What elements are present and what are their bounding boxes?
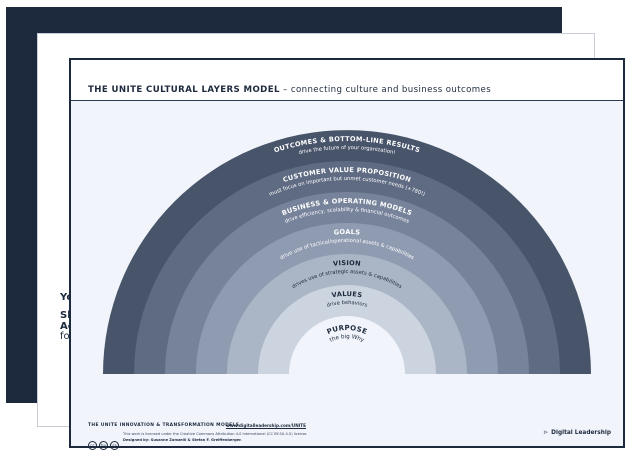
brand-logo: ⊳ Digital Leadership	[543, 430, 611, 436]
front-slide: THE UNITE CULTURAL LAYERS MODEL – connec…	[69, 58, 625, 451]
brand-arrow-icon: ⊳	[543, 430, 549, 436]
sa-icon: sa	[110, 441, 119, 450]
cultural-layers-diagram: VALUESdrive behaviorsVISIONdrives use of…	[103, 130, 591, 374]
footer-series-title: THE UNITE INNOVATION & TRANSFORMATION MO…	[88, 423, 240, 428]
layer-2-title: VISION	[333, 259, 362, 268]
brand-name: Digital Leadership	[551, 430, 611, 436]
license-icons: cc by sa	[88, 432, 121, 451]
license-text: This work is licensed under the Creative…	[123, 432, 308, 436]
layer-3-title: GOALS	[333, 228, 360, 237]
designer-credit: Designed by: Susanne Zamzelli & Stefan F…	[123, 438, 242, 442]
by-icon: by	[99, 441, 108, 450]
cc-icon: cc	[88, 441, 97, 450]
footer-link[interactable]: www.digitalleadership.com/UNITE	[226, 423, 306, 428]
